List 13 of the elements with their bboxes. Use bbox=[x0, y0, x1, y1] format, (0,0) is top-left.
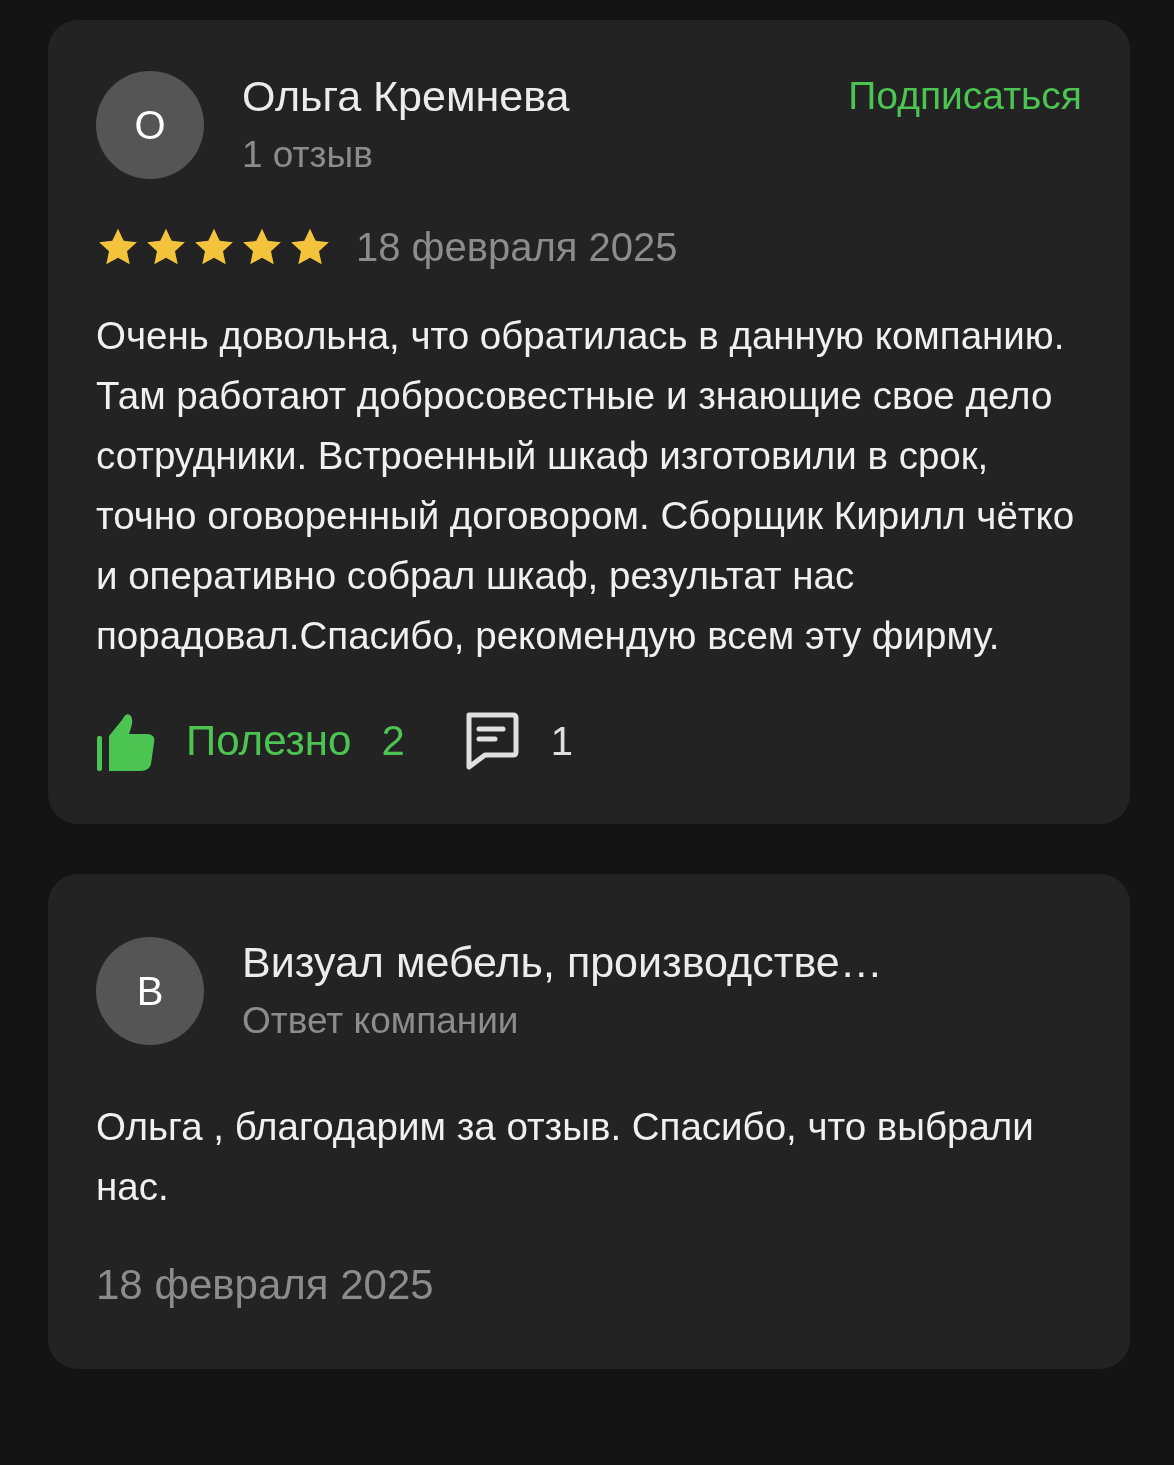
avatar[interactable]: О bbox=[96, 71, 204, 179]
reply-text: Ольга , благодарим за отзыв. Спасибо, что выбрали нас. bbox=[96, 1104, 1035, 1210]
reply-label: Ответ компании bbox=[242, 999, 520, 1043]
review-text: Очень довольна, что обратилась в данную компанию. Там работают добросовестные и знающие свое дело сотрудники. Встроенный шкаф изготовили в срок, точно оговоренный договором. Сборщик Кирилл чётко и оперативно собрал шкаф, результат нас порадовал.Спасибо, рекомендую всем эту фирму. bbox=[96, 313, 1076, 659]
company-name[interactable]: Визуал мебель, производстве… bbox=[242, 936, 1082, 988]
avatar[interactable]: В bbox=[96, 937, 204, 1045]
review-date: 18 февраля 2025 bbox=[356, 225, 678, 270]
review-count: 1 отзыв bbox=[242, 133, 374, 177]
comments-button[interactable]: 1 bbox=[462, 712, 573, 770]
subscribe-link[interactable]: Подписаться bbox=[848, 74, 1082, 118]
useful-button[interactable]: Полезно 2 bbox=[96, 710, 405, 772]
reply-date: 18 февраля 2025 bbox=[96, 1261, 435, 1309]
author-name[interactable]: Ольга Кремнева bbox=[242, 70, 811, 122]
